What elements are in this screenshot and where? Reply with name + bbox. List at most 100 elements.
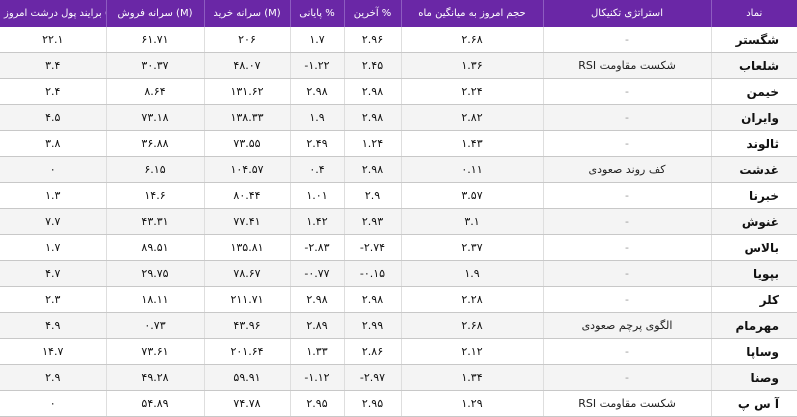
cell-close-pct: ۲.۹۵ <box>290 390 345 417</box>
cell-last-pct: ۲.۹۸ <box>344 78 402 105</box>
cell-buy-per-capita: ۵۹.۹۱ <box>204 364 291 391</box>
cell-symbol: وصنا <box>711 364 797 391</box>
table-row: ۴.۵ ۷۳.۱۸ ۱۳۸.۳۳ ۱.۹ ۲.۹۸ ۲.۸۲- وایران <box>0 104 797 131</box>
table-row: ۷.۷ ۴۳.۳۱ ۷۷.۴۱ ۱.۴۲ ۲.۹۳ ۳.۱- غنوش <box>0 208 797 235</box>
cell-sell-per-capita: ۱۴.۶ <box>106 182 205 209</box>
cell-strategy: کف روند صعودی <box>543 156 712 183</box>
cell-last-pct: ۲.۹۶ <box>344 27 402 53</box>
cell-volume-ratio: ۱.۲۹ <box>401 390 544 417</box>
table-row: ۴.۷ ۲۹.۷۵ ۷۸.۶۷ -۰.۷۷ -۰.۱۵ ۱.۹- بپویا <box>0 260 797 287</box>
cell-last-pct: ۲.۹۸ <box>344 286 402 313</box>
cell-volume-ratio: ۲.۲۴ <box>401 78 544 105</box>
cell-sell-per-capita: ۳۶.۸۸ <box>106 130 205 157</box>
cell-big-money: ۲۲.۱ <box>0 27 107 53</box>
header-close-pct: پایانی % <box>290 0 345 27</box>
cell-sell-per-capita: ۶۱.۷۱ <box>106 27 205 53</box>
cell-last-pct: ۱.۲۴ <box>344 130 402 157</box>
cell-symbol: کلر <box>711 286 797 313</box>
cell-close-pct: ۰.۴ <box>290 156 345 183</box>
cell-symbol: مهرمام <box>711 312 797 339</box>
cell-close-pct: ۱.۰۱ <box>290 182 345 209</box>
table-row: ۰ ۶.۱۵ ۱۰۴.۵۷ ۰.۴ ۲.۹۸ ۰.۱۱ کف روند صعودی غدشت <box>0 156 797 183</box>
cell-symbol: شلعاب <box>711 52 797 79</box>
table-row: ۲.۳ ۱۸.۱۱ ۲۱۱.۷۱ ۲.۹۸ ۲.۹۸ ۲.۲۸- کلر <box>0 286 797 313</box>
cell-strategy: شکست مقاومت RSI <box>543 52 712 79</box>
table-row: ۲.۴ ۸.۶۴ ۱۳۱.۶۲ ۲.۹۸ ۲.۹۸ ۲.۲۴- خیمن <box>0 78 797 105</box>
cell-symbol: خبرنا <box>711 182 797 209</box>
table-row: ۳.۸ ۳۶.۸۸ ۷۳.۵۵ ۲.۴۹ ۱.۲۴ ۱.۴۳- ثالوند <box>0 130 797 157</box>
cell-buy-per-capita: ۱۳۵.۸۱ <box>204 234 291 261</box>
header-sell-per-capita: سرانه فروش (M) <box>106 0 205 27</box>
cell-last-pct: -۲.۷۴ <box>344 234 402 261</box>
cell-symbol: آ س پ <box>711 390 797 417</box>
cell-symbol: غدشت <box>711 156 797 183</box>
cell-volume-ratio: ۲.۸۲ <box>401 104 544 131</box>
cell-symbol: ثالوند <box>711 130 797 157</box>
cell-volume-ratio: ۲.۶۸ <box>401 27 544 53</box>
cell-big-money: ۴.۷ <box>0 260 107 287</box>
cell-sell-per-capita: ۴۹.۲۸ <box>106 364 205 391</box>
cell-buy-per-capita: ۲۰۱.۶۴ <box>204 338 291 365</box>
cell-big-money: ۱.۷ <box>0 234 107 261</box>
cell-big-money: ۳.۸ <box>0 130 107 157</box>
cell-close-pct: ۲.۹۸ <box>290 286 345 313</box>
cell-buy-per-capita: ۷۷.۴۱ <box>204 208 291 235</box>
cell-big-money: ۳.۴ <box>0 52 107 79</box>
cell-big-money: ۴.۵ <box>0 104 107 131</box>
cell-volume-ratio: ۲.۶۸ <box>401 312 544 339</box>
cell-symbol: خیمن <box>711 78 797 105</box>
cell-last-pct: -۰.۱۵ <box>344 260 402 287</box>
cell-big-money: ۰ <box>0 390 107 417</box>
cell-strategy: - <box>543 27 712 53</box>
cell-buy-per-capita: ۴۳.۹۶ <box>204 312 291 339</box>
cell-big-money: ۰ <box>0 156 107 183</box>
cell-close-pct: ۱.۳۳ <box>290 338 345 365</box>
table-row: ۰ ۵۴.۸۹ ۷۴.۷۸ ۲.۹۵ ۲.۹۵ ۱.۲۹ شکست مقاومت RSI آ … <box>0 390 797 417</box>
cell-symbol: بپویا <box>711 260 797 287</box>
table-row: ۱۴.۷ ۷۳.۶۱ ۲۰۱.۶۴ ۱.۳۳ ۲.۸۶ ۲.۱۲- وساپا <box>0 338 797 365</box>
table-row: ۴.۹ ۰.۷۳ ۴۳.۹۶ ۲.۸۹ ۲.۹۹ ۲.۶۸ الگوی پرچم صعودی… <box>0 312 797 339</box>
cell-sell-per-capita: ۵۴.۸۹ <box>106 390 205 417</box>
cell-volume-ratio: ۰.۱۱ <box>401 156 544 183</box>
cell-sell-per-capita: ۷۳.۶۱ <box>106 338 205 365</box>
cell-close-pct: ۱.۹ <box>290 104 345 131</box>
header-last-pct: آخرین % <box>344 0 402 27</box>
cell-buy-per-capita: ۸۰.۴۴ <box>204 182 291 209</box>
cell-last-pct: ۲.۹۵ <box>344 390 402 417</box>
header-row: برایند پول درشت امروز (B) سرانه فروش (M)… <box>0 0 797 27</box>
cell-last-pct: ۲.۴۵ <box>344 52 402 79</box>
cell-buy-per-capita: ۱۳۸.۳۳ <box>204 104 291 131</box>
cell-symbol: بالاس <box>711 234 797 261</box>
cell-symbol: وایران <box>711 104 797 131</box>
cell-close-pct: ۲.۹۸ <box>290 78 345 105</box>
header-volume-ratio: حجم امروز به میانگین ماه <box>401 0 544 27</box>
table-row: ۳.۴ ۳۰.۳۷ ۴۸.۰۷ -۱.۲۲ ۲.۴۵ ۱.۳۶ شکست مقاومت RS… <box>0 52 797 79</box>
header-symbol: نماد <box>711 0 797 27</box>
cell-strategy: - <box>543 104 712 131</box>
cell-sell-per-capita: ۸.۶۴ <box>106 78 205 105</box>
cell-buy-per-capita: ۲۰۶ <box>204 27 291 53</box>
cell-close-pct: ۱.۴۲ <box>290 208 345 235</box>
header-big-money: برایند پول درشت امروز (B) <box>0 0 107 27</box>
table-row: ۲.۹ ۴۹.۲۸ ۵۹.۹۱ -۱.۱۲ -۲.۹۷ ۱.۳۴- وصنا <box>0 364 797 391</box>
cell-last-pct: ۲.۹ <box>344 182 402 209</box>
cell-sell-per-capita: ۶.۱۵ <box>106 156 205 183</box>
cell-buy-per-capita: ۱۳۱.۶۲ <box>204 78 291 105</box>
cell-buy-per-capita: ۷۳.۵۵ <box>204 130 291 157</box>
cell-sell-per-capita: ۲۹.۷۵ <box>106 260 205 287</box>
cell-last-pct: ۲.۸۶ <box>344 338 402 365</box>
cell-strategy: - <box>543 130 712 157</box>
cell-strategy: شکست مقاومت RSI <box>543 390 712 417</box>
cell-buy-per-capita: ۱۰۴.۵۷ <box>204 156 291 183</box>
cell-volume-ratio: ۱.۳۴ <box>401 364 544 391</box>
cell-sell-per-capita: ۷۳.۱۸ <box>106 104 205 131</box>
header-buy-per-capita: سرانه خرید (M) <box>204 0 291 27</box>
cell-big-money: ۷.۷ <box>0 208 107 235</box>
cell-last-pct: ۲.۹۸ <box>344 104 402 131</box>
cell-close-pct: ۲.۸۹ <box>290 312 345 339</box>
cell-big-money: ۱۴.۷ <box>0 338 107 365</box>
cell-close-pct: -۲.۸۳ <box>290 234 345 261</box>
cell-symbol: وساپا <box>711 338 797 365</box>
cell-symbol: شگستر <box>711 27 797 53</box>
cell-sell-per-capita: ۰.۷۳ <box>106 312 205 339</box>
